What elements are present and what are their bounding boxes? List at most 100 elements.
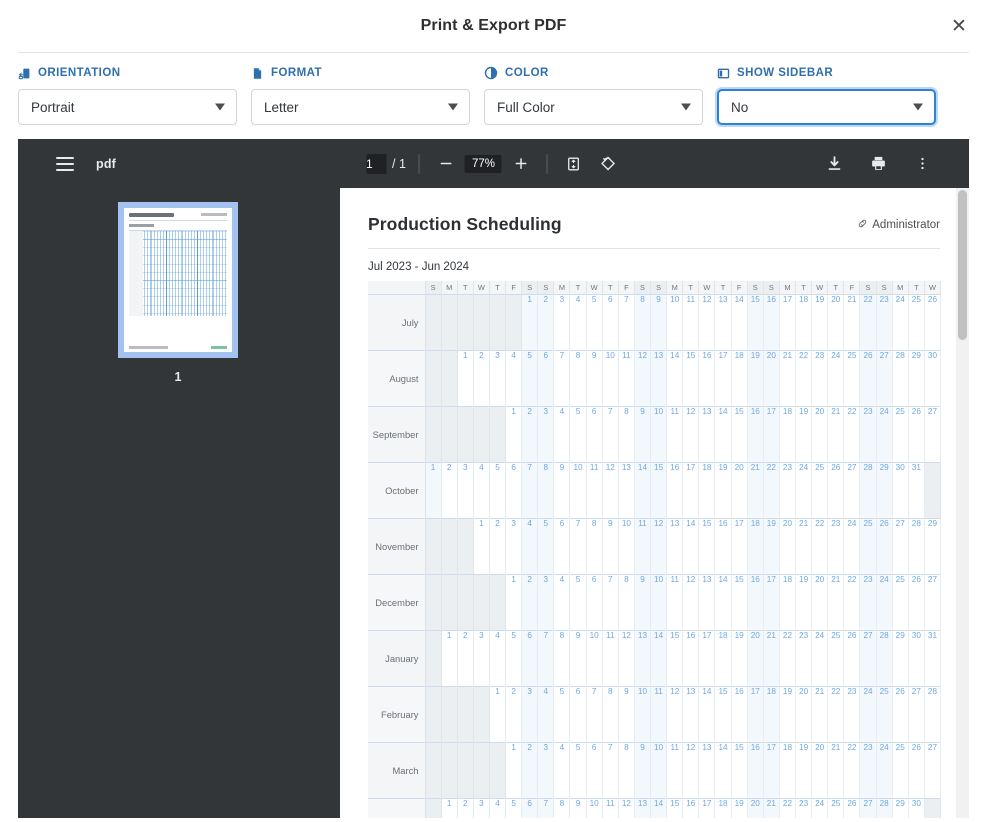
- show-sidebar-select[interactable]: No: [717, 89, 936, 125]
- day-cell: 29: [892, 629, 909, 686]
- day-cell: 30: [908, 629, 925, 686]
- day-cell: 3: [553, 293, 571, 350]
- table-row: October 1 2 3 4 5 6 7 8 9 10 11 12 13 14 15 16 17 18 19 20 21…: [368, 461, 942, 518]
- page-title: Print & Export PDF: [420, 17, 567, 34]
- day-cell: 11: [682, 293, 700, 350]
- day-cell: 23: [811, 349, 829, 406]
- fit-page-icon[interactable]: [561, 151, 587, 177]
- empty-cell: [505, 293, 523, 350]
- day-cell: 8: [537, 461, 555, 518]
- day-cell: 12: [650, 517, 668, 574]
- day-cell: 19: [747, 349, 764, 406]
- day-cell: 4: [489, 629, 507, 686]
- close-icon[interactable]: ✕: [945, 12, 973, 40]
- day-cell: 17: [698, 629, 716, 686]
- empty-cell: [489, 293, 507, 350]
- page-edge-left: [0, 190, 18, 822]
- day-cell: 3: [537, 405, 555, 462]
- day-cell: 20: [795, 685, 813, 742]
- day-cell: 25: [876, 685, 893, 742]
- day-cell: 28: [876, 629, 893, 686]
- day-cell: 13: [698, 741, 716, 798]
- day-cell: 6: [553, 517, 571, 574]
- day-cell: 14: [714, 405, 732, 462]
- more-vertical-icon[interactable]: [909, 151, 935, 177]
- hamburger-menu-icon[interactable]: [56, 156, 74, 171]
- table-header-weekday: S: [537, 281, 555, 294]
- day-cell: 4: [473, 461, 490, 518]
- day-cell: 14: [666, 349, 684, 406]
- thumbnail-page-1[interactable]: [118, 202, 238, 358]
- scrollbar-thumb[interactable]: [958, 190, 967, 340]
- day-cell: 7: [602, 741, 619, 798]
- table-header-weekday: T: [795, 281, 813, 294]
- document-scrollbar[interactable]: [956, 188, 969, 821]
- table-header-month: [368, 281, 426, 294]
- day-cell: 30: [892, 461, 909, 518]
- day-cell: 17: [763, 405, 780, 462]
- table-header-weekday: M: [779, 281, 797, 294]
- day-cell: 14: [714, 741, 732, 798]
- day-cell: 7: [521, 461, 539, 518]
- day-cell: 20: [747, 629, 764, 686]
- day-cell: 10: [602, 349, 619, 406]
- day-cell: 13: [618, 461, 635, 518]
- day-cell: 15: [666, 629, 684, 686]
- day-cell: 6: [602, 293, 619, 350]
- day-cell: 16: [682, 629, 700, 686]
- day-cell: 25: [892, 405, 909, 462]
- day-cell: 22: [843, 741, 861, 798]
- day-cell: 2: [473, 349, 490, 406]
- color-select[interactable]: Full Color: [484, 89, 703, 125]
- orientation-icon: [18, 67, 31, 80]
- rotate-icon[interactable]: [595, 151, 621, 177]
- day-cell: 22: [843, 405, 861, 462]
- day-cell: 16: [747, 741, 764, 798]
- day-cell: 26: [843, 629, 861, 686]
- show-sidebar-label-row: SHOW SIDEBAR: [717, 65, 936, 81]
- zoom-out-button[interactable]: [433, 151, 459, 177]
- day-cell: 27: [924, 405, 942, 462]
- day-cell: 20: [731, 461, 748, 518]
- day-cell: 3: [537, 741, 555, 798]
- day-cell: 10: [634, 685, 652, 742]
- document-author: Administrator: [857, 214, 940, 232]
- print-icon[interactable]: [865, 151, 891, 177]
- day-cell: 29: [908, 349, 925, 406]
- link-icon: [857, 218, 868, 232]
- day-cell: 1: [489, 685, 507, 742]
- day-cell: 20: [827, 293, 845, 350]
- day-cell: 3: [521, 685, 539, 742]
- day-cell: 18: [779, 573, 797, 630]
- day-cell: 12: [682, 405, 700, 462]
- day-cell: 28: [924, 685, 942, 742]
- day-cell: 26: [924, 293, 942, 350]
- download-icon[interactable]: [821, 151, 847, 177]
- zoom-level-value[interactable]: 77%: [464, 154, 502, 173]
- day-cell: 24: [843, 517, 861, 574]
- mini-footer: [129, 346, 227, 349]
- format-select[interactable]: Letter: [251, 89, 470, 125]
- pdf-file-name: pdf: [96, 156, 117, 171]
- format-label-row: FORMAT: [251, 65, 470, 81]
- sidebar-scrollbar[interactable]: [325, 188, 338, 821]
- option-label-text: COLOR: [505, 67, 549, 79]
- day-cell: 17: [779, 293, 797, 350]
- page-number-input[interactable]: [366, 153, 387, 174]
- empty-cell: [425, 741, 442, 798]
- day-cell: 14: [698, 685, 716, 742]
- day-cell: 23: [843, 685, 861, 742]
- table-header-weekday: S: [747, 281, 764, 294]
- day-cell: 13: [666, 517, 684, 574]
- day-cell: 22: [843, 573, 861, 630]
- day-cell: 16: [666, 461, 684, 518]
- empty-cell: [425, 349, 442, 406]
- day-cell: 10: [650, 405, 668, 462]
- orientation-select[interactable]: Portrait: [18, 89, 237, 125]
- zoom-in-button[interactable]: [508, 151, 534, 177]
- day-cell: 24: [876, 741, 893, 798]
- day-cell: 3: [473, 629, 490, 686]
- day-cell: 5: [553, 685, 571, 742]
- day-cell: 25: [811, 461, 829, 518]
- pdf-document-pane: Production Scheduling Administrator Jul …: [338, 188, 969, 821]
